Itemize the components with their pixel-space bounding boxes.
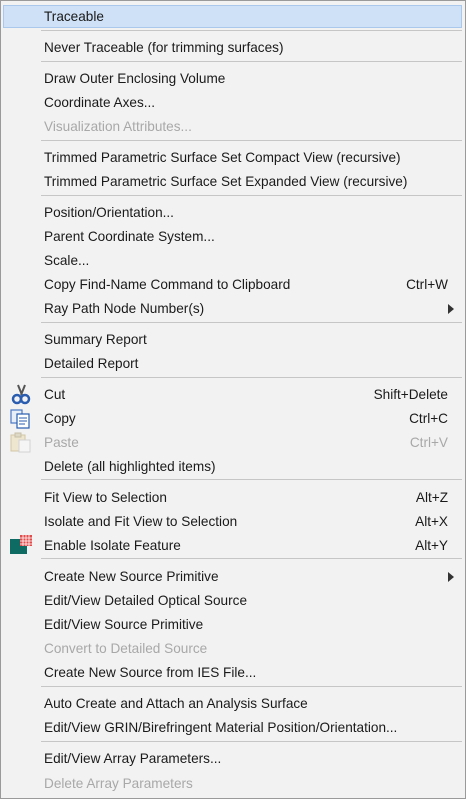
submenu-arrow-icon — [448, 304, 454, 314]
menu-item-fit-view-to-selection[interactable]: Fit View to Selection Alt+Z — [3, 486, 462, 509]
menu-item-label: Scale... — [44, 253, 90, 268]
scissors-icon — [8, 383, 34, 406]
menu-item-label: Copy — [44, 411, 76, 426]
menu-item-label: Auto Create and Attach an Analysis Surfa… — [44, 696, 308, 711]
menu-item-label: Edit/View Source Primitive — [44, 617, 204, 632]
menu-item-never-traceable-for-trimming-surfaces[interactable]: Never Traceable (for trimming surfaces) — [3, 36, 462, 59]
menu-item-edit-view-detailed-optical-source[interactable]: Edit/View Detailed Optical Source — [3, 589, 462, 612]
menu-item-label: Coordinate Axes... — [44, 95, 156, 110]
menu-item-draw-outer-enclosing-volume[interactable]: Draw Outer Enclosing Volume — [3, 67, 462, 90]
menu-item-label: Trimmed Parametric Surface Set Expanded … — [44, 174, 408, 189]
menu-item-label: Isolate and Fit View to Selection — [44, 514, 238, 529]
shortcut-label: Shift+Delete — [373, 387, 448, 402]
menu-item-label: Draw Outer Enclosing Volume — [44, 71, 226, 86]
menu-item-label: Ray Path Node Number(s) — [44, 301, 205, 316]
submenu-arrow-icon — [448, 572, 454, 582]
menu-separator — [41, 686, 462, 687]
menu-item-label: Trimmed Parametric Surface Set Compact V… — [44, 150, 401, 165]
menu-item-trimmed-parametric-surface-set-expanded-view-recursive[interactable]: Trimmed Parametric Surface Set Expanded … — [3, 170, 462, 193]
menu-item-label: Visualization Attributes... — [44, 119, 192, 134]
menu-item-label: Enable Isolate Feature — [44, 538, 181, 553]
menu-item-create-new-source-primitive[interactable]: Create New Source Primitive — [3, 565, 462, 588]
menu-separator — [41, 195, 462, 196]
menu-item-auto-create-and-attach-an-analysis-surface[interactable]: Auto Create and Attach an Analysis Surfa… — [3, 692, 462, 715]
menu-item-create-new-source-from-ies-file[interactable]: Create New Source from IES File... — [3, 661, 462, 684]
menu-item-ray-path-node-number-s[interactable]: Ray Path Node Number(s) — [3, 297, 462, 320]
menu-item-label: Parent Coordinate System... — [44, 229, 215, 244]
menu-separator — [41, 741, 462, 742]
menu-item-position-orientation[interactable]: Position/Orientation... — [3, 201, 462, 224]
menu-item-label: Edit/View GRIN/Birefringent Material Pos… — [44, 720, 398, 735]
menu-item-label: Paste — [44, 435, 79, 450]
shortcut-label: Alt+Z — [415, 490, 448, 505]
context-menu: Traceable Never Traceable (for trimming s… — [0, 0, 466, 799]
menu-separator — [41, 140, 462, 141]
menu-item-edit-view-grin-birefringent-material-position-orientation[interactable]: Edit/View GRIN/Birefringent Material Pos… — [3, 716, 462, 739]
menu-item-label: Cut — [44, 387, 66, 402]
menu-item-label: Copy Find-Name Command to Clipboard — [44, 277, 291, 292]
menu-item-label: Fit View to Selection — [44, 490, 167, 505]
menu-item-copy-find-name-command-to-clipboard[interactable]: Copy Find-Name Command to Clipboard Ctrl+… — [3, 273, 462, 296]
copy-icon — [8, 407, 34, 430]
menu-item-label: Delete (all highlighted items) — [44, 459, 216, 474]
menu-item-traceable[interactable]: Traceable — [3, 5, 462, 28]
menu-item-label: Convert to Detailed Source — [44, 641, 208, 656]
menu-item-delete-array-parameters: Delete Array Parameters — [3, 772, 462, 795]
menu-item-convert-to-detailed-source: Convert to Detailed Source — [3, 637, 462, 660]
menu-item-isolate-and-fit-view-to-selection[interactable]: Isolate and Fit View to Selection Alt+X — [3, 510, 462, 533]
menu-item-summary-report[interactable]: Summary Report — [3, 328, 462, 351]
menu-separator — [41, 479, 462, 480]
shortcut-label: Alt+Y — [415, 538, 448, 553]
menu-item-label: Summary Report — [44, 332, 147, 347]
menu-item-label: Never Traceable (for trimming surfaces) — [44, 40, 284, 55]
shortcut-label: Ctrl+C — [409, 411, 448, 426]
menu-item-label: Detailed Report — [44, 356, 139, 371]
menu-item-label: Position/Orientation... — [44, 205, 174, 220]
isolate-icon — [8, 534, 34, 557]
menu-item-label: Edit/View Array Parameters... — [44, 751, 222, 766]
menu-separator — [41, 322, 462, 323]
menu-item-detailed-report[interactable]: Detailed Report — [3, 352, 462, 375]
paste-icon — [8, 431, 34, 454]
menu-separator — [41, 61, 462, 62]
menu-separator — [41, 30, 462, 31]
menu-item-label: Create New Source Primitive — [44, 569, 219, 584]
shortcut-label: Alt+X — [415, 514, 448, 529]
menu-item-label: Delete Array Parameters — [44, 776, 193, 791]
menu-item-trimmed-parametric-surface-set-compact-view-recursive[interactable]: Trimmed Parametric Surface Set Compact V… — [3, 146, 462, 169]
menu-separator — [41, 558, 462, 559]
shortcut-label: Ctrl+V — [409, 435, 448, 450]
menu-item-scale[interactable]: Scale... — [3, 249, 462, 272]
menu-item-paste: Paste Ctrl+V — [3, 431, 462, 454]
menu-item-edit-view-source-primitive[interactable]: Edit/View Source Primitive — [3, 613, 462, 636]
menu-item-edit-view-array-parameters[interactable]: Edit/View Array Parameters... — [3, 747, 462, 770]
menu-item-visualization-attributes: Visualization Attributes... — [3, 115, 462, 138]
menu-item-delete-all-highlighted-items[interactable]: Delete (all highlighted items) — [3, 455, 462, 478]
menu-item-parent-coordinate-system[interactable]: Parent Coordinate System... — [3, 225, 462, 248]
menu-item-label: Traceable — [44, 9, 104, 24]
menu-item-label: Create New Source from IES File... — [44, 665, 257, 680]
menu-item-enable-isolate-feature[interactable]: Enable Isolate Feature Alt+Y — [3, 534, 462, 557]
menu-separator — [41, 377, 462, 378]
shortcut-label: Ctrl+W — [406, 277, 448, 292]
menu-item-copy[interactable]: Copy Ctrl+C — [3, 407, 462, 430]
menu-item-cut[interactable]: Cut Shift+Delete — [3, 383, 462, 406]
menu-item-label: Edit/View Detailed Optical Source — [44, 593, 248, 608]
menu-item-coordinate-axes[interactable]: Coordinate Axes... — [3, 91, 462, 114]
